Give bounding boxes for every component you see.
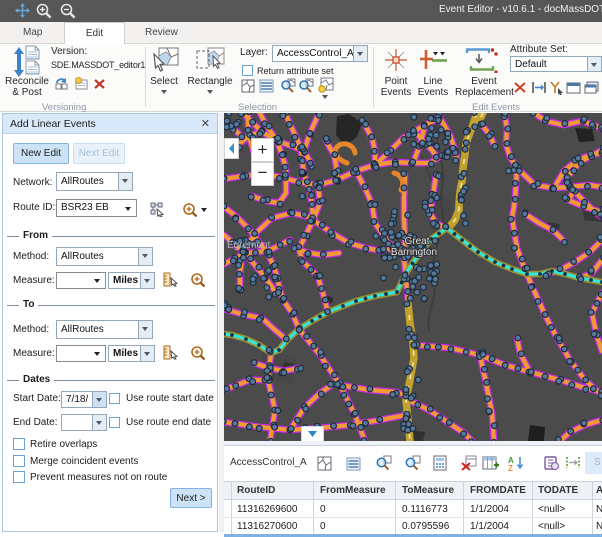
- svg-text:Barrington: Barrington: [391, 247, 437, 258]
- svg-text:Egremont: Egremont: [227, 240, 271, 251]
- svg-text:Great: Great: [404, 236, 429, 247]
- svg-text:Z: Z: [508, 464, 513, 471]
